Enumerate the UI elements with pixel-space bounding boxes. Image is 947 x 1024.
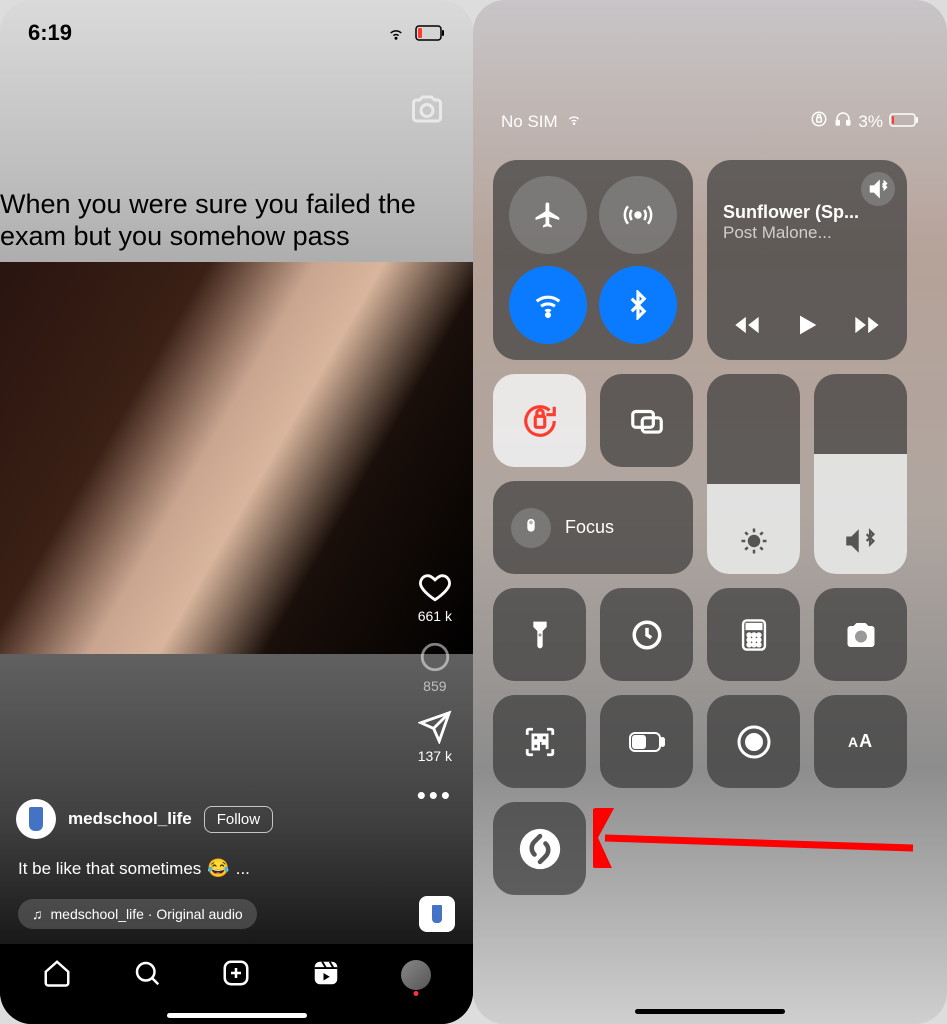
volume-slider[interactable]: [814, 374, 907, 574]
connectivity-tile[interactable]: [493, 160, 693, 360]
share-count: 137 k: [418, 748, 452, 764]
volume-bluetooth-icon: [844, 526, 878, 556]
laughing-emoji: 😂: [207, 858, 229, 879]
cellular-data-toggle[interactable]: [599, 176, 677, 254]
author-username[interactable]: medschool_life: [68, 809, 192, 829]
screen-record-button[interactable]: [707, 695, 800, 788]
nav-home[interactable]: [42, 958, 72, 993]
home-indicator[interactable]: [167, 1013, 307, 1018]
reel-caption[interactable]: It be like that sometimes 😂 ...: [18, 858, 250, 879]
camera-button[interactable]: [814, 588, 907, 681]
wifi-icon: [564, 111, 584, 132]
media-playback-tile[interactable]: Sunflower (Sp... Post Malone...: [707, 160, 907, 360]
reel-overlay-text: When you were sure you failed the exam b…: [0, 188, 461, 253]
orientation-lock-status-icon: [810, 110, 828, 133]
status-bar: No SIM 3%: [473, 110, 947, 133]
bluetooth-toggle[interactable]: [599, 266, 677, 344]
nav-create[interactable]: [221, 958, 251, 993]
home-indicator[interactable]: [635, 1009, 785, 1014]
text-size-small-icon: A: [848, 734, 859, 750]
low-power-mode-button[interactable]: [600, 695, 693, 788]
audio-thumbnail[interactable]: [419, 896, 455, 932]
battery-low-icon: [889, 112, 919, 132]
author-avatar[interactable]: [16, 799, 56, 839]
carrier-label: No SIM: [501, 112, 558, 132]
profile-avatar-icon: [401, 960, 431, 990]
control-center: Sunflower (Sp... Post Malone...: [493, 160, 927, 895]
focus-label: Focus: [565, 517, 614, 538]
focus-icon: [511, 508, 551, 548]
more-options-button[interactable]: •••: [417, 780, 453, 811]
nav-profile[interactable]: [401, 960, 431, 990]
brightness-icon: [739, 526, 769, 556]
reel-action-rail: 661 k 859 137 k •••: [417, 570, 453, 811]
play-;button[interactable]: [793, 311, 821, 344]
audio-pill[interactable]: ♫ medschool_life · Original audio: [18, 899, 257, 929]
control-center-screen: No SIM 3%: [473, 0, 947, 1024]
nav-reels[interactable]: [311, 958, 341, 993]
audio-label: medschool_life · Original audio: [51, 906, 243, 922]
brightness-slider[interactable]: [707, 374, 800, 574]
battery-low-icon: [415, 25, 445, 41]
follow-button[interactable]: Follow: [204, 806, 273, 833]
wifi-icon: [385, 24, 407, 42]
instagram-reels-screen: 6:19 When you were sure you failed the e…: [0, 0, 473, 1024]
headphones-icon: [834, 110, 852, 133]
wifi-toggle[interactable]: [509, 266, 587, 344]
qr-scan-button[interactable]: [493, 695, 586, 788]
screen-mirroring-button[interactable]: [600, 374, 693, 467]
reel-author-row: medschool_life Follow: [16, 799, 273, 839]
focus-button[interactable]: Focus: [493, 481, 693, 574]
calculator-button[interactable]: [707, 588, 800, 681]
media-title: Sunflower (Sp...: [723, 202, 891, 223]
timer-button[interactable]: [600, 588, 693, 681]
status-bar: 6:19: [0, 20, 473, 46]
status-time: 6:19: [28, 20, 72, 46]
text-size-large-icon: A: [859, 731, 873, 752]
airplane-mode-toggle[interactable]: [509, 176, 587, 254]
volume-fill: [814, 454, 907, 574]
camera-button[interactable]: [403, 85, 451, 133]
reel-video[interactable]: [0, 262, 473, 654]
music-note-icon: ♫: [32, 906, 43, 922]
comment-count: 859: [423, 678, 446, 694]
next-track-button[interactable]: [853, 311, 881, 344]
battery-percentage: 3%: [858, 112, 883, 132]
shazam-button[interactable]: [493, 802, 586, 895]
like-count: 661 k: [418, 608, 452, 624]
nav-search[interactable]: [132, 958, 162, 993]
text-size-button[interactable]: AA: [814, 695, 907, 788]
previous-track-button[interactable]: [733, 311, 761, 344]
bottom-nav: [0, 944, 473, 1024]
audio-output-button[interactable]: [861, 172, 895, 206]
flashlight-button[interactable]: [493, 588, 586, 681]
orientation-lock-toggle[interactable]: [493, 374, 586, 467]
media-artist: Post Malone...: [723, 223, 891, 243]
share-button[interactable]: 137 k: [418, 710, 452, 764]
like-button[interactable]: 661 k: [418, 570, 452, 624]
comment-button[interactable]: 859: [418, 640, 452, 694]
